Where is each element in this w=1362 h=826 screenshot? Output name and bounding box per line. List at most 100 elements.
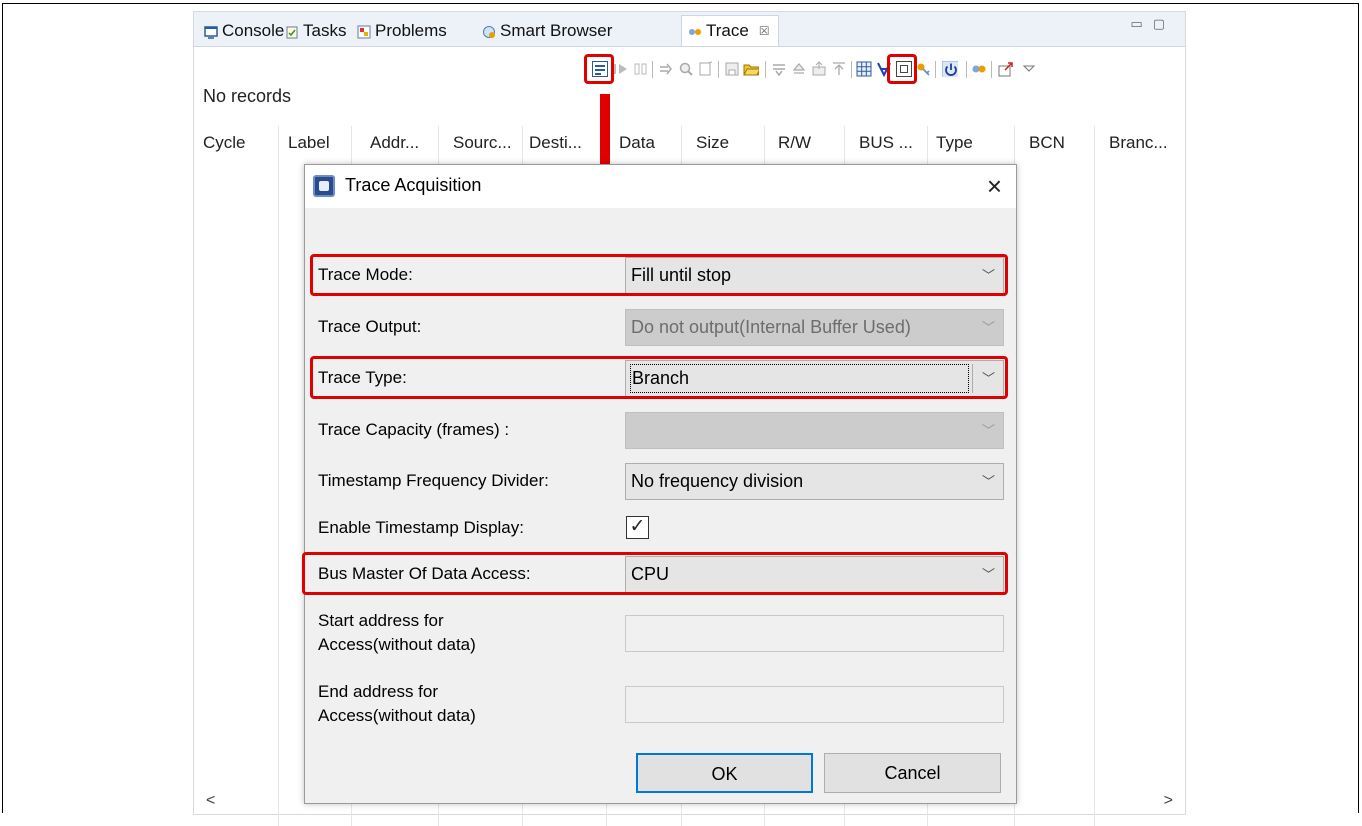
link-icon[interactable] [971,61,987,77]
tab-problems[interactable]: Problems [357,20,447,42]
column-divider[interactable] [1094,126,1095,826]
toolbar-separator [935,61,936,78]
toolbar-separator [652,61,653,78]
grid-icon[interactable] [856,61,872,77]
trace-output-value: Do not output(Internal Buffer Used) [631,317,911,337]
trace-icon [688,24,702,38]
end-address-label: End address for Access(without data) [318,680,476,725]
column-header-bus[interactable]: BUS ... [850,126,913,160]
tasks-icon [285,24,299,39]
suspend-trace-icon[interactable] [633,61,649,77]
tab-label: Smart Browser [500,21,613,40]
export-view-icon[interactable] [998,61,1014,77]
column-header-branch[interactable]: Branc... [1100,126,1168,160]
highlight-trace-type [310,356,1008,399]
column-header-source[interactable]: Sourc... [444,126,512,160]
key-icon[interactable] [916,61,932,77]
scroll-left-icon[interactable]: < [206,792,215,810]
minimize-icon[interactable]: ▭ [1130,16,1152,31]
column-header-cycle[interactable]: Cycle [194,126,246,160]
end-address-input [625,686,1004,723]
column-header-label[interactable]: Label [279,126,330,160]
start-address-label-line2: Access(without data) [318,635,476,654]
toolbar-separator [991,61,992,78]
top-icon[interactable] [831,61,847,77]
timestamp-divider-row: Timestamp Frequency Divider: No frequenc… [305,461,1016,501]
trace-output-select: Do not output(Internal Buffer Used) ﹀ [625,309,1004,346]
open-folder-icon[interactable] [743,61,759,77]
dialog-title-bar: Trace Acquisition × [305,165,1016,208]
power-icon[interactable] [942,61,958,77]
column-header: Cycle Label Addr... Sourc... Desti... Da… [194,126,1185,826]
highlight-trace-mode [310,254,1008,296]
tab-label: Trace [706,21,749,40]
toolbar-separator [718,61,719,78]
view-menu-icon[interactable] [1022,61,1038,77]
column-header-address[interactable]: Addr... [361,126,419,160]
smart-browser-icon [482,24,496,38]
view-controls: ▭▢ [1130,16,1175,32]
filter-icon[interactable] [698,61,714,77]
no-records-label: No records [203,86,292,106]
problems-icon [357,24,371,39]
tab-label: Console [222,21,285,40]
app-icon [313,175,335,197]
close-icon[interactable]: ☒ [759,24,770,38]
callout-arrow-shaft [600,94,610,166]
timestamp-divider-label: Timestamp Frequency Divider: [318,471,549,490]
column-header-data[interactable]: Data [610,126,655,160]
column-header-size[interactable]: Size [687,126,729,160]
column-header-rw[interactable]: R/W [769,126,811,160]
resume-trace-icon[interactable] [612,61,628,77]
trace-toolbar [194,47,1185,87]
tab-bar: Console Tasks Problems Smart Browser Tra… [194,12,1185,47]
highlight-settings-button [887,54,917,84]
highlight-acquisition-button [584,54,614,84]
ok-button[interactable]: OK [636,753,813,793]
save-icon[interactable] [724,61,740,77]
scroll-right-icon[interactable]: > [1164,792,1173,810]
tab-trace[interactable]: Trace ☒ [681,15,779,46]
column-header-type[interactable]: Type [927,126,973,160]
jump-icon[interactable] [658,61,674,77]
end-address-label-line1: End address for [318,682,439,701]
end-address-label-line2: Access(without data) [318,706,476,725]
enable-timestamp-row: Enable Timestamp Display: ✓ [305,508,1016,548]
cancel-button[interactable]: Cancel [824,753,1001,793]
timestamp-divider-select[interactable]: No frequency division ﹀ [625,463,1004,500]
close-icon[interactable]: × [987,171,1002,202]
enable-timestamp-label: Enable Timestamp Display: [318,518,524,537]
collapse-icon[interactable] [771,61,787,77]
maximize-icon[interactable]: ▢ [1153,16,1175,31]
trace-output-row: Trace Output: Do not output(Internal Buf… [305,307,1016,347]
timestamp-divider-value: No frequency division [631,471,804,491]
column-divider[interactable] [278,126,279,826]
toolbar-separator [851,61,852,78]
trace-capacity-label: Trace Capacity (frames) : [318,420,510,439]
start-address-label-line1: Start address for [318,611,444,630]
tab-console[interactable]: Console [204,20,284,42]
column-header-destination[interactable]: Desti... [520,126,582,160]
start-address-input [625,615,1004,652]
column-header-bcn[interactable]: BCN [1020,126,1065,160]
console-icon [204,24,218,39]
trace-acquisition-dialog: Trace Acquisition × Trace Mode: Fill unt… [302,164,1017,804]
tab-tasks[interactable]: Tasks [285,20,346,42]
chevron-down-icon: ﹀ [981,320,995,335]
toolbar-separator [966,61,967,78]
upload-icon[interactable] [791,61,807,77]
export-icon[interactable] [811,61,827,77]
enable-timestamp-checkbox[interactable]: ✓ [626,516,649,539]
tab-label: Tasks [303,21,347,40]
tab-smart-browser[interactable]: Smart Browser [482,20,612,42]
find-icon[interactable] [678,61,694,77]
end-address-row: End address for Access(without data) [305,682,1016,736]
trace-capacity-select: ﹀ [625,412,1004,449]
dialog-title: Trace Acquisition [345,175,482,195]
toolbar-separator [765,61,766,78]
highlight-bus-master [302,552,1008,595]
start-address-label: Start address for Access(without data) [318,609,476,654]
trace-output-label: Trace Output: [318,317,422,336]
tab-label: Problems [375,21,447,40]
chevron-down-icon: ﹀ [981,423,995,438]
